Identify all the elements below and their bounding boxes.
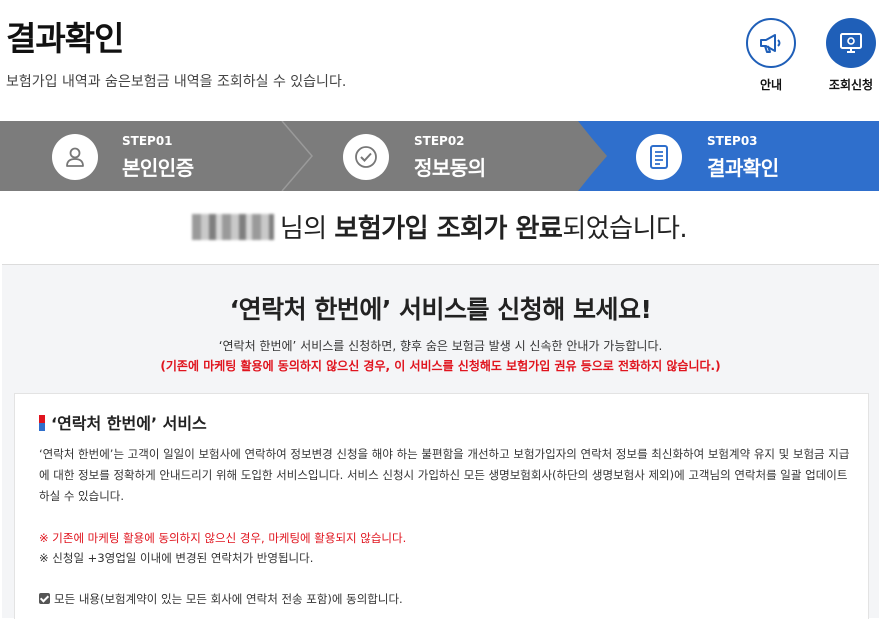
check-circle-icon	[355, 146, 377, 168]
monitor-icon	[840, 33, 862, 53]
guide-label[interactable]: 안내	[736, 76, 806, 93]
reflection-note: ※ 신청일 +3영업일 이내에 변경된 연락처가 반영됩니다.	[39, 551, 314, 565]
section-marker-icon	[39, 415, 45, 431]
agree-checkbox[interactable]	[39, 593, 50, 604]
page-description: 보험가입 내역과 숨은보험금 내역을 조회하실 수 있습니다.	[6, 74, 347, 90]
masked-user-name	[191, 214, 274, 240]
step-3: STEP03 결과확인	[580, 121, 879, 191]
service-promo-panel: ‘연락처 한번에’ 서비스를 신청해 보세요! ‘연락처 한번에’ 서비스를 신…	[2, 264, 879, 619]
service-heading: ‘연락처 한번에’ 서비스	[39, 410, 207, 434]
megaphone-icon	[760, 34, 781, 53]
service-description: ‘연락처 한번에’는 고객이 일일이 보험사에 연락하여 정보변경 신청을 해야…	[39, 447, 850, 503]
step-1-icon-circle	[52, 134, 98, 180]
promo-warning: (기존에 마케팅 활용에 동의하지 않으신 경우, 이 서비스를 신청해도 보험…	[160, 359, 721, 373]
promo-subtitle: ‘연락처 한번에’ 서비스를 신청하면, 향후 숨은 보험금 발생 시 신속한 …	[218, 339, 663, 353]
step-progress-bar: STEP01 본인인증 STEP02 정보동의 STEP03 결과확인	[0, 121, 879, 191]
document-icon	[650, 145, 668, 169]
result-suffix-2: 되었습니다.	[562, 214, 688, 244]
result-bold-text: 보험가입 조회가 완료	[334, 214, 563, 244]
result-suffix-1: 님의	[279, 214, 335, 244]
person-icon	[66, 147, 84, 167]
result-message: 님의 보험가입 조회가 완료되었습니다.	[0, 208, 879, 245]
service-heading-text: ‘연락처 한번에’ 서비스	[51, 414, 207, 433]
step-2: STEP02 정보동의	[290, 121, 580, 191]
agree-label[interactable]: 모든 내용(보험계약이 있는 모든 회사에 연락처 전송 포함)에 동의합니다.	[54, 592, 403, 606]
marketing-note: ※ 기존에 마케팅 활용에 동의하지 않으신 경우, 마케팅에 활용되지 않습니…	[39, 531, 407, 545]
step-2-name: 정보동의	[414, 156, 486, 180]
step-1-name: 본인인증	[122, 156, 194, 180]
service-info-card: ‘연락처 한번에’ 서비스 ‘연락처 한번에’는 고객이 일일이 보험사에 연락…	[14, 393, 869, 619]
step-1: STEP01 본인인증	[0, 121, 290, 191]
inquiry-request-button[interactable]	[826, 18, 876, 68]
step-2-number: STEP02	[414, 134, 465, 148]
promo-title: ‘연락처 한번에’ 서비스를 신청해 보세요!	[229, 295, 652, 324]
page-title: 결과확인	[6, 19, 124, 58]
step-1-number: STEP01	[122, 134, 173, 148]
step-3-icon-circle	[636, 134, 682, 180]
inquiry-request-label[interactable]: 조회신청	[816, 76, 879, 93]
step-2-icon-circle	[343, 134, 389, 180]
step-3-name: 결과확인	[707, 156, 779, 180]
agree-all-checkbox-row[interactable]: 모든 내용(보험계약이 있는 모든 회사에 연락처 전송 포함)에 동의합니다.	[39, 591, 403, 607]
guide-button[interactable]	[746, 18, 796, 68]
step-3-number: STEP03	[707, 134, 758, 148]
